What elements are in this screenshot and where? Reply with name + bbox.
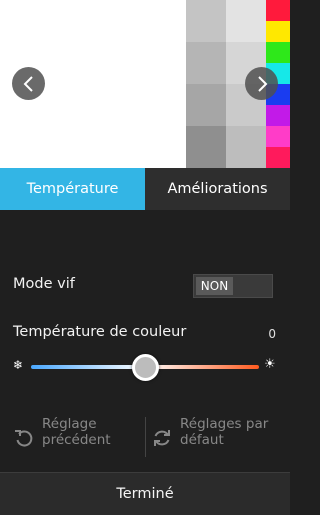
- snowflake-icon: ❄: [13, 358, 24, 372]
- done-button[interactable]: Terminé: [0, 472, 290, 515]
- tab-temperature[interactable]: Température: [0, 168, 145, 210]
- color-preview-image: [0, 0, 290, 168]
- color-swatch: [266, 0, 290, 21]
- chevron-left-icon: [23, 75, 33, 92]
- actions-divider: [145, 417, 146, 457]
- vivid-mode-label: Mode vif: [13, 276, 75, 292]
- previous-setting-button[interactable]: Réglage précédent: [13, 416, 141, 462]
- gray-swatch: [186, 126, 226, 168]
- color-swatch: [266, 42, 290, 63]
- gray-swatch: [226, 0, 266, 42]
- gray-swatch: [186, 0, 226, 42]
- default-settings-label: Réglages par défaut: [180, 416, 269, 448]
- previous-setting-label: Réglage précédent: [42, 416, 111, 448]
- tab-enhancements[interactable]: Améliorations: [145, 168, 290, 210]
- sun-icon: ☀: [264, 357, 276, 372]
- color-swatch: [266, 105, 290, 126]
- chevron-right-icon: [257, 75, 267, 92]
- next-image-button[interactable]: [245, 67, 278, 100]
- slider-thumb[interactable]: [132, 354, 159, 381]
- gray-swatch: [186, 84, 226, 126]
- color-temperature-label: Température de couleur: [13, 324, 187, 340]
- vivid-mode-state: NON: [196, 277, 233, 295]
- settings-panel: Mode vif NON Température de couleur 0 ❄ …: [0, 210, 290, 472]
- undo-icon: [15, 430, 33, 447]
- color-swatch: [266, 126, 290, 147]
- default-settings-button[interactable]: Réglages par défaut: [151, 416, 281, 462]
- color-temperature-slider: ❄ ☀: [10, 354, 280, 381]
- previous-image-button[interactable]: [12, 67, 45, 100]
- color-swatch: [266, 21, 290, 42]
- color-temperature-value: 0: [268, 327, 276, 341]
- color-swatch: [266, 147, 290, 168]
- settings-tabs: Température Améliorations: [0, 168, 290, 210]
- gray-swatch: [186, 42, 226, 84]
- vivid-mode-toggle[interactable]: NON: [193, 274, 273, 298]
- gray-swatch: [226, 126, 266, 168]
- refresh-icon: [154, 430, 170, 446]
